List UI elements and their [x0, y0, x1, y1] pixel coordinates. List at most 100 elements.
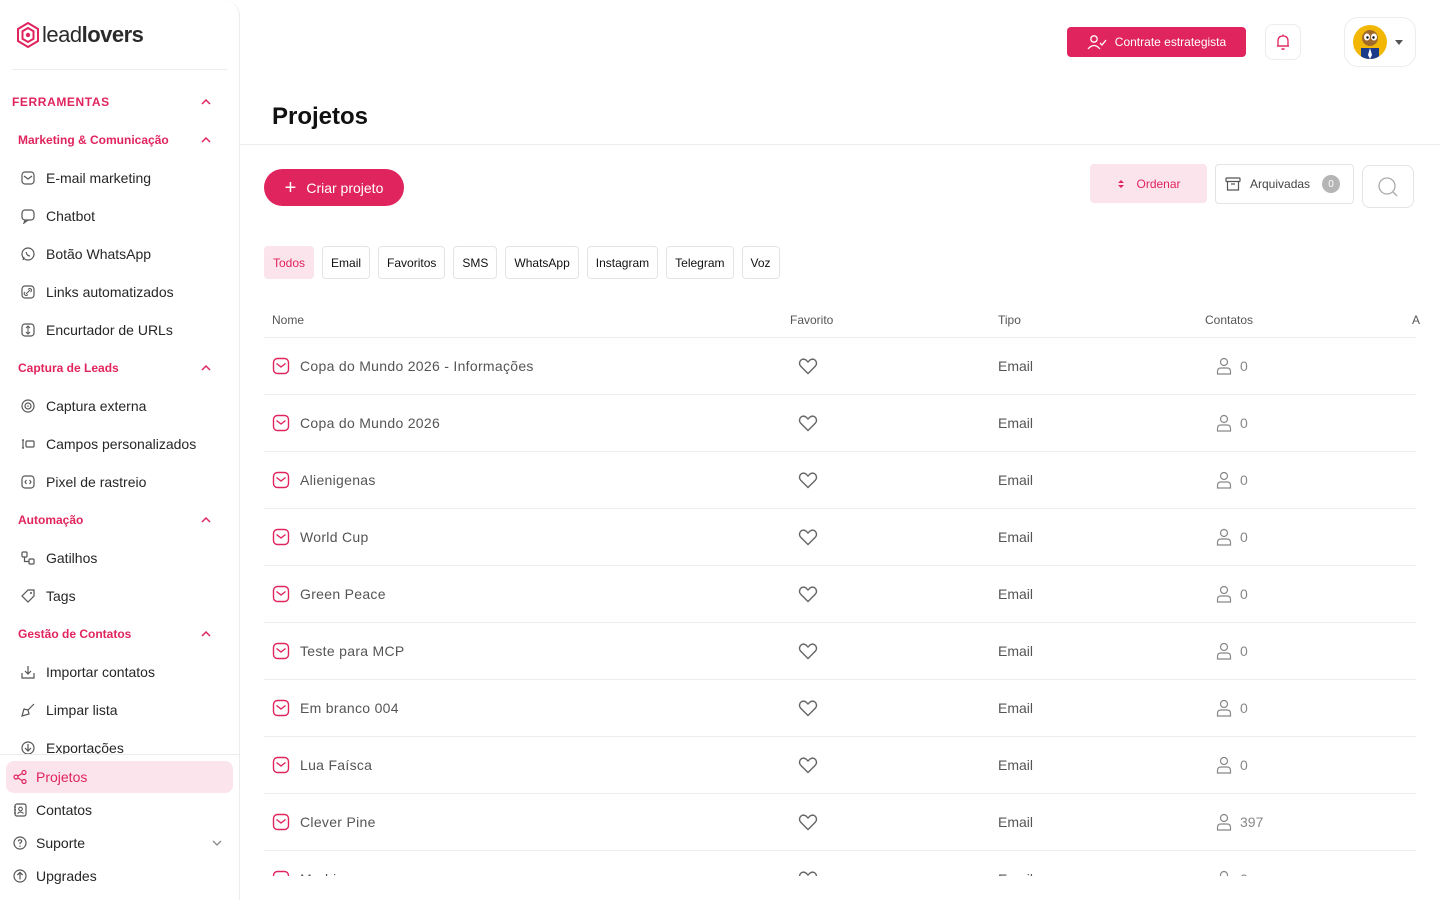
leadlovers-logo[interactable]: leadlovers	[16, 20, 144, 50]
sidebar-item-automated-links[interactable]: Links automatizados	[20, 280, 220, 304]
archived-button[interactable]: Arquivadas 0	[1215, 164, 1354, 204]
project-name: Teste para MCP	[300, 643, 405, 659]
sidebar-item-support[interactable]: Suporte	[6, 827, 233, 859]
table-row[interactable]: Lua Faísca Email 0	[264, 737, 1416, 794]
project-name-cell[interactable]: Alienigenas	[272, 452, 376, 508]
filter-voice[interactable]: Voz	[741, 246, 780, 279]
filter-favorites[interactable]: Favoritos	[378, 246, 446, 279]
sidebar-item-exports[interactable]: Exportações	[20, 736, 220, 754]
sidebar-item-custom-fields[interactable]: Campos personalizados	[20, 432, 220, 456]
sidebar-item-label: Importar contatos	[46, 664, 155, 680]
project-name-cell[interactable]: Marbio	[272, 851, 345, 876]
column-type[interactable]: Tipo	[998, 313, 1021, 327]
heart-icon[interactable]	[798, 813, 818, 831]
user-menu-button[interactable]	[1344, 17, 1416, 67]
column-contacts[interactable]: Contatos	[1205, 313, 1253, 327]
heart-icon[interactable]	[798, 357, 818, 375]
chevron-up-icon	[201, 136, 211, 143]
contacts-count: 0	[1240, 700, 1248, 716]
sidebar-item-contacts[interactable]: Contatos	[6, 794, 233, 826]
sidebar-item-upgrades[interactable]: Upgrades	[6, 860, 233, 892]
project-name-cell[interactable]: Teste para MCP	[272, 623, 405, 679]
filter-telegram[interactable]: Telegram	[666, 246, 734, 279]
group-lead-capture[interactable]: Captura de Leads	[18, 358, 212, 378]
sidebar-item-chatbot[interactable]: Chatbot	[20, 204, 220, 228]
heart-icon[interactable]	[798, 528, 818, 546]
filter-instagram[interactable]: Instagram	[586, 246, 659, 279]
chat-bubble-icon	[21, 209, 35, 224]
sidebar-item-tracking-pixel[interactable]: Pixel de rastreio	[20, 470, 220, 494]
table-row[interactable]: Copa do Mundo 2026 - Informações Email 0	[264, 338, 1416, 395]
project-type: Email	[998, 851, 1033, 876]
table-row[interactable]: Copa do Mundo 2026 Email 0	[264, 395, 1416, 452]
heart-icon[interactable]	[798, 471, 818, 489]
project-name-cell[interactable]: World Cup	[272, 509, 369, 565]
project-name-cell[interactable]: Em branco 004	[272, 680, 399, 736]
logo-lovers: lovers	[81, 22, 144, 47]
group-contact-management[interactable]: Gestão de Contatos	[18, 624, 212, 644]
column-truncated[interactable]: A	[1412, 313, 1420, 327]
sidebar-item-url-shortener[interactable]: Encurtador de URLs	[20, 318, 220, 342]
link-icon	[21, 285, 35, 299]
archived-label: Arquivadas	[1250, 177, 1311, 191]
column-name[interactable]: Nome	[272, 313, 304, 327]
user-check-icon	[1087, 35, 1107, 50]
filter-email[interactable]: Email	[322, 246, 371, 279]
project-name-cell[interactable]: Copa do Mundo 2026 - Informações	[272, 338, 534, 394]
project-name: Lua Faísca	[300, 757, 373, 773]
sidebar-item-tags[interactable]: Tags	[20, 584, 220, 608]
contacts-count-cell: 0	[1216, 623, 1248, 679]
sidebar-tools-scroll[interactable]: FERRAMENTAS Marketing & Comunicação E-ma…	[0, 80, 239, 754]
heart-icon[interactable]	[798, 585, 818, 603]
table-row[interactable]: Clever Pine Email 397	[264, 794, 1416, 851]
sidebar-item-triggers[interactable]: Gatilhos	[20, 546, 220, 570]
sort-button[interactable]: Ordenar	[1090, 164, 1207, 203]
upgrade-arrow-icon	[13, 869, 27, 883]
sidebar-item-whatsapp-button[interactable]: Botão WhatsApp	[20, 242, 220, 266]
table-row[interactable]: Em branco 004 Email 0	[264, 680, 1416, 737]
sidebar-item-clean-list[interactable]: Limpar lista	[20, 698, 220, 722]
target-icon	[21, 399, 35, 413]
search-button[interactable]	[1362, 165, 1414, 208]
create-project-button[interactable]: + Criar projeto	[264, 169, 404, 206]
table-row[interactable]: Teste para MCP Email 0	[264, 623, 1416, 680]
sidebar-item-import-contacts[interactable]: Importar contatos	[20, 660, 220, 684]
logo-text: leadlovers	[42, 22, 144, 48]
filter-all[interactable]: Todos	[264, 246, 315, 279]
group-automation[interactable]: Automação	[18, 510, 212, 530]
table-row[interactable]: Marbio Email 0	[264, 851, 1416, 876]
projects-table-body[interactable]: Copa do Mundo 2026 - Informações Email 0 Co…	[264, 338, 1416, 876]
sidebar-item-email-marketing[interactable]: E-mail marketing	[20, 166, 220, 190]
project-name-cell[interactable]: Lua Faísca	[272, 737, 372, 793]
projects-table-header: Nome Favorito Tipo Contatos A	[264, 310, 1420, 338]
table-row[interactable]: Green Peace Email 0	[264, 566, 1416, 623]
email-project-icon	[272, 642, 290, 660]
project-type: Email	[998, 529, 1034, 545]
group-marketing[interactable]: Marketing & Comunicação	[18, 130, 212, 150]
heart-icon[interactable]	[798, 870, 818, 876]
column-favorite[interactable]: Favorito	[790, 313, 833, 327]
filter-sms[interactable]: SMS	[453, 246, 498, 279]
project-name-cell[interactable]: Copa do Mundo 2026	[272, 395, 440, 451]
project-name: Copa do Mundo 2026 - Informações	[300, 358, 534, 374]
project-name: Marbio	[300, 871, 345, 876]
heart-icon[interactable]	[798, 756, 818, 774]
chevron-up-icon	[201, 516, 211, 523]
heart-icon[interactable]	[798, 699, 818, 717]
hire-strategist-button[interactable]: Contrate estrategista	[1067, 27, 1246, 57]
contacts-count-cell: 0	[1216, 680, 1248, 736]
table-row[interactable]: World Cup Email 0	[264, 509, 1416, 566]
sidebar-item-projects[interactable]: Projetos	[6, 761, 233, 793]
project-name-cell[interactable]: Green Peace	[272, 566, 386, 622]
notifications-button[interactable]	[1265, 24, 1301, 60]
sidebar-item-label: Projetos	[36, 769, 88, 785]
broom-icon	[21, 703, 35, 717]
heart-icon[interactable]	[798, 642, 818, 660]
heart-icon[interactable]	[798, 414, 818, 432]
project-name-cell[interactable]: Clever Pine	[272, 794, 376, 850]
section-ferramentas[interactable]: FERRAMENTAS	[12, 92, 212, 112]
chevron-down-icon[interactable]	[211, 837, 223, 849]
table-row[interactable]: Alienigenas Email 0	[264, 452, 1416, 509]
filter-whatsapp[interactable]: WhatsApp	[505, 246, 579, 279]
sidebar-item-external-capture[interactable]: Captura externa	[20, 394, 220, 418]
